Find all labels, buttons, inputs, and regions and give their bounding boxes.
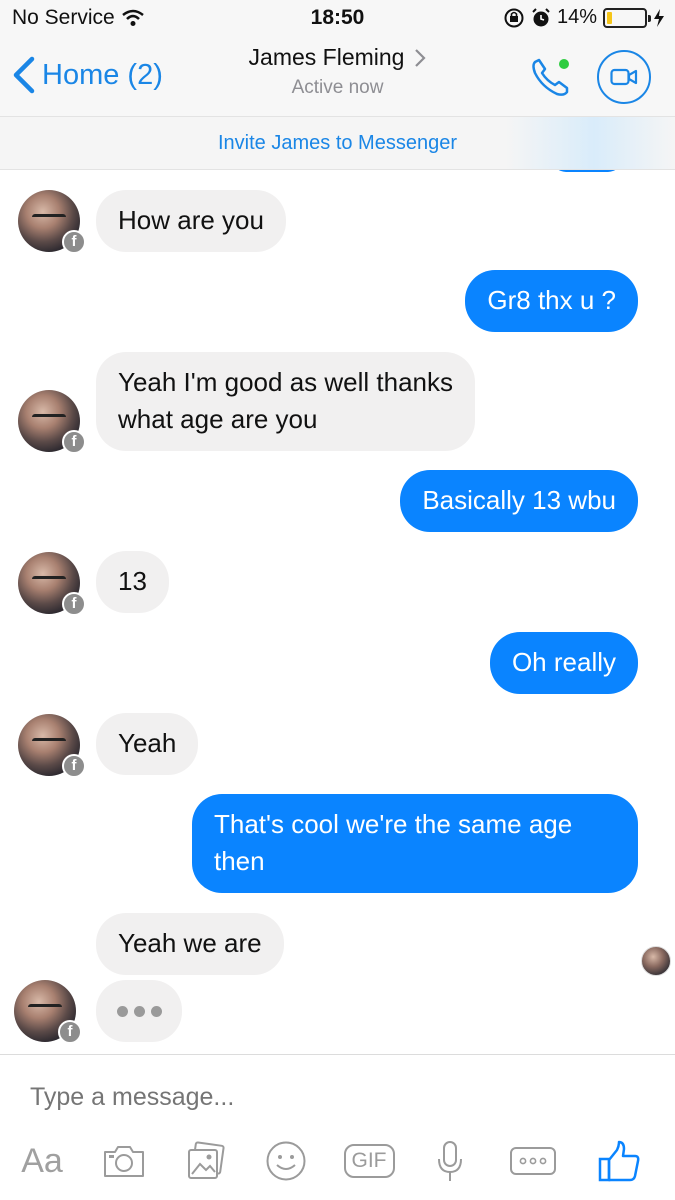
emoji-button[interactable] bbox=[264, 1135, 308, 1187]
contact-avatar[interactable]: f bbox=[18, 714, 86, 778]
invite-banner[interactable]: Invite James to Messenger bbox=[0, 116, 675, 170]
outgoing-message[interactable]: Basically 13 wbu bbox=[400, 470, 638, 532]
emoji-icon bbox=[266, 1141, 306, 1181]
alarm-icon bbox=[532, 7, 550, 26]
contact-avatar[interactable]: f bbox=[18, 190, 86, 254]
battery-percent: 14% bbox=[556, 6, 597, 28]
message-text: then bbox=[214, 846, 265, 876]
conversation-header: Home (2) James Fleming Active now bbox=[0, 38, 675, 116]
read-receipt-avatar bbox=[641, 946, 671, 976]
thumbs-up-icon bbox=[598, 1140, 640, 1182]
message-text: what age are you bbox=[118, 404, 318, 434]
message-text: Yeah we are bbox=[118, 928, 262, 958]
outgoing-message[interactable]: That's cool we're the same age then bbox=[192, 794, 638, 893]
message-text: Yeah bbox=[118, 728, 177, 758]
video-icon bbox=[610, 68, 638, 86]
gif-label: GIF bbox=[343, 1144, 395, 1178]
contact-avatar[interactable]: f bbox=[18, 390, 86, 454]
incoming-message[interactable]: Yeah bbox=[96, 713, 199, 775]
back-label: Home (2) bbox=[42, 58, 163, 91]
back-button[interactable]: Home (2) bbox=[12, 56, 163, 94]
composer: Aa GIF bbox=[0, 1054, 675, 1200]
incoming-message[interactable]: Yeah I'm good as well thanks what age ar… bbox=[96, 352, 475, 451]
gif-button[interactable]: GIF bbox=[343, 1135, 395, 1187]
gallery-button[interactable] bbox=[184, 1135, 228, 1187]
message-thread: f How are you Gr8 thx u ? f Yeah I'm goo… bbox=[0, 170, 675, 1054]
previous-message-fragment bbox=[552, 170, 622, 172]
microphone-icon bbox=[438, 1141, 462, 1181]
message-text: Yeah I'm good as well thanks bbox=[118, 367, 453, 397]
facebook-badge-icon: f bbox=[62, 592, 86, 616]
status-bar: No Service 18:50 14% bbox=[0, 0, 675, 38]
outgoing-message[interactable]: Gr8 thx u ? bbox=[465, 270, 638, 332]
rotation-lock-icon bbox=[504, 8, 524, 27]
contact-avatar[interactable]: f bbox=[14, 980, 82, 1044]
presence-status: Active now bbox=[291, 77, 384, 98]
phone-icon bbox=[532, 58, 569, 96]
text-format-button[interactable]: Aa bbox=[16, 1135, 68, 1187]
status-right: 14% bbox=[503, 6, 665, 29]
voice-call-button[interactable] bbox=[527, 54, 577, 100]
more-icon bbox=[510, 1147, 556, 1175]
charging-bolt-icon bbox=[654, 8, 664, 27]
incoming-message[interactable]: Yeah we are bbox=[96, 913, 284, 975]
composer-toolbar: Aa GIF bbox=[0, 1135, 675, 1193]
typing-indicator bbox=[96, 980, 182, 1042]
more-button[interactable] bbox=[508, 1135, 558, 1187]
typing-dot bbox=[116, 1005, 128, 1017]
message-text: How are you bbox=[118, 205, 264, 235]
invite-link[interactable]: Invite James to Messenger bbox=[218, 132, 457, 154]
facebook-badge-icon: f bbox=[58, 1020, 82, 1044]
typing-dot bbox=[150, 1005, 162, 1017]
like-button[interactable] bbox=[596, 1135, 642, 1187]
battery-icon bbox=[603, 7, 651, 28]
contact-header[interactable]: James Fleming Active now bbox=[200, 44, 475, 99]
battery-level bbox=[607, 11, 613, 24]
outgoing-message[interactable]: Oh really bbox=[489, 632, 638, 694]
message-text: That's cool we're the same age bbox=[214, 809, 573, 839]
chevron-left-icon bbox=[13, 56, 35, 94]
message-input[interactable] bbox=[30, 1083, 630, 1112]
facebook-badge-icon: f bbox=[62, 230, 86, 254]
incoming-message[interactable]: 13 bbox=[96, 551, 169, 613]
chevron-right-icon bbox=[415, 48, 427, 67]
message-text: Oh really bbox=[511, 647, 616, 677]
camera-icon bbox=[104, 1146, 144, 1177]
text-format-label: Aa bbox=[21, 1141, 63, 1180]
gallery-icon bbox=[188, 1141, 225, 1179]
message-text: Basically 13 wbu bbox=[422, 485, 616, 515]
video-call-button[interactable] bbox=[597, 50, 651, 104]
message-text: 13 bbox=[118, 566, 147, 596]
contact-avatar[interactable]: f bbox=[18, 552, 86, 616]
contact-name: James Fleming bbox=[248, 44, 405, 70]
camera-button[interactable] bbox=[100, 1135, 148, 1187]
facebook-badge-icon: f bbox=[62, 754, 86, 778]
typing-dot bbox=[133, 1005, 145, 1017]
message-text: Gr8 thx u ? bbox=[487, 285, 616, 315]
voice-clip-button[interactable] bbox=[432, 1135, 468, 1187]
facebook-badge-icon: f bbox=[62, 430, 86, 454]
incoming-message[interactable]: How are you bbox=[96, 190, 286, 252]
